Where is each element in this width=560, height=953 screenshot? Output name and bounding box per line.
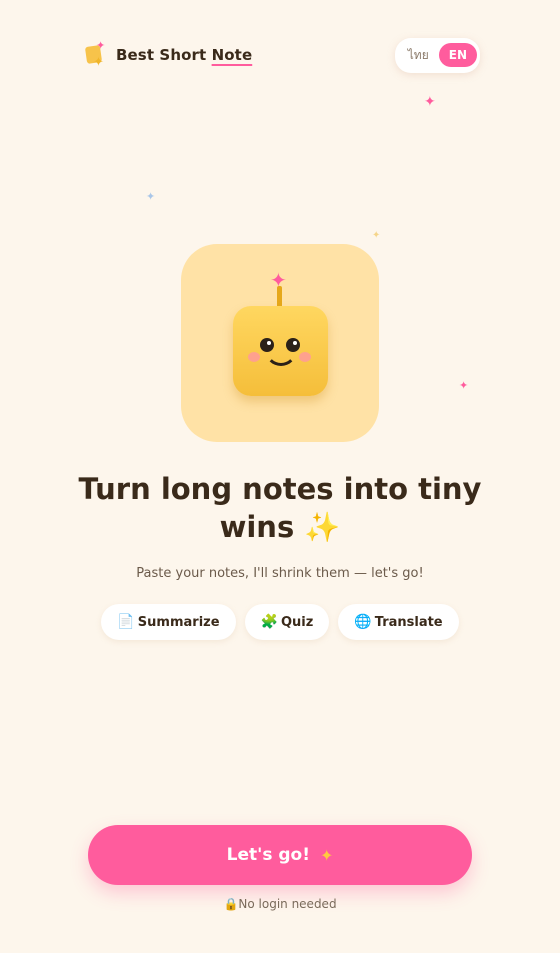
chip-translate[interactable]: 🌐 Translate xyxy=(338,604,459,640)
language-option-thai[interactable]: ไทย xyxy=(398,41,439,70)
chip-summarize[interactable]: 📄 Summarize xyxy=(101,604,236,640)
chip-label: Translate xyxy=(374,614,443,630)
document-icon: 📄 xyxy=(117,614,135,630)
sparkle-icon: ✦ xyxy=(270,268,287,292)
puzzle-icon: 🧩 xyxy=(260,614,278,630)
chip-label: Quiz xyxy=(280,614,314,630)
brand-name: Best Short Note xyxy=(116,46,253,64)
sparkle-icon: ✦ xyxy=(372,230,381,241)
sticky-note-sparkle-icon: ✦ ✦ xyxy=(84,40,108,70)
sparkle-icon: ✦ xyxy=(459,379,469,392)
cheek xyxy=(299,352,311,362)
lock-icon: 🔒 xyxy=(223,897,239,911)
chip-label: Summarize xyxy=(137,614,220,630)
chip-quiz[interactable]: 🧩 Quiz xyxy=(244,604,330,640)
cta-label: Let's go! xyxy=(226,845,310,865)
sparkle-icon: ✦ xyxy=(424,94,436,110)
smile xyxy=(265,350,297,366)
hero-title: Turn long notes into tiny wins ✨ xyxy=(78,472,482,544)
no-login-text: No login needed xyxy=(238,897,337,911)
robot-mascot xyxy=(233,306,328,396)
brand[interactable]: ✦ ✦ Best Short Note xyxy=(84,40,252,70)
cheek xyxy=(248,352,260,362)
no-login-note: 🔒No login needed xyxy=(0,897,560,911)
hero-subtitle: Paste your notes, I'll shrink them — let… xyxy=(136,566,424,581)
language-option-english[interactable]: EN xyxy=(438,43,477,67)
feature-chips: 📄 Summarize 🧩 Quiz 🌐 Translate xyxy=(0,604,560,640)
sparkle-icon: ✦ xyxy=(319,845,334,865)
lets-go-button[interactable]: Let's go! ✦ xyxy=(88,825,472,885)
globe-icon: 🌐 xyxy=(354,614,372,630)
header: ✦ ✦ Best Short Note ไทย EN xyxy=(84,37,480,73)
language-toggle[interactable]: ไทย EN xyxy=(394,37,480,73)
sparkle-icon: ✦ xyxy=(146,190,156,203)
